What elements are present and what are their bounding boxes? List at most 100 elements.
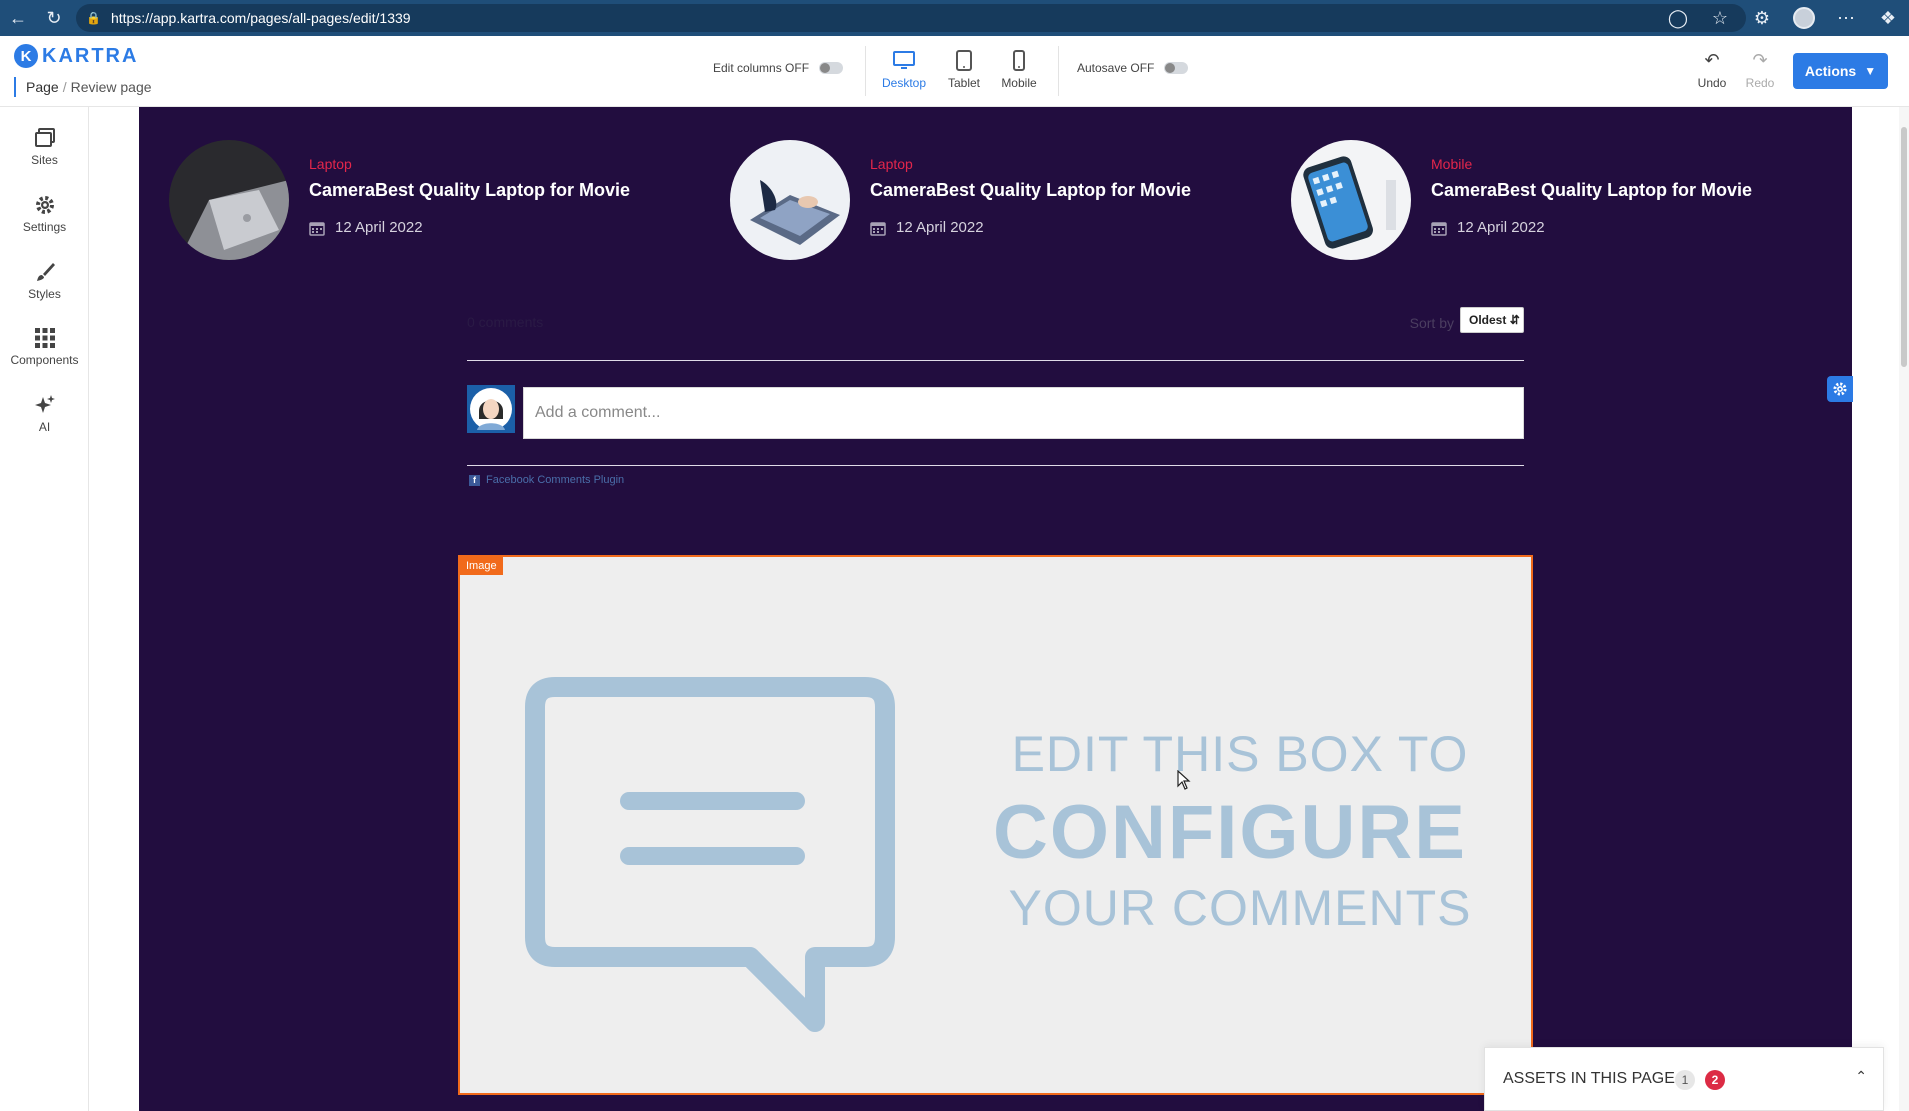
assets-alert-badge: 2 <box>1705 1070 1725 1090</box>
gear-icon <box>0 194 89 220</box>
edit-columns-switch[interactable] <box>819 62 844 74</box>
post-date: 12 April 2022 <box>309 219 423 236</box>
select-arrows-icon: ⇵ <box>1509 313 1520 327</box>
app-header: K KARTRA Page / Review page Edit columns O… <box>0 36 1909 107</box>
image-tag: Image <box>460 557 503 575</box>
redo-label: Redo <box>1745 76 1775 90</box>
device-desktop-label: Desktop <box>881 76 927 90</box>
actions-label: Actions <box>1804 63 1857 79</box>
edit-columns-toggle[interactable]: Edit columns OFF <box>713 61 844 75</box>
autosave-switch[interactable] <box>1164 62 1189 74</box>
post-card[interactable]: Laptop CameraBest Quality Laptop for Mov… <box>169 140 669 260</box>
image-component[interactable]: Image EDIT THIS BOX TO CONFIGURE YOUR CO… <box>458 555 1533 1095</box>
extensions-icon[interactable]: ⚙ <box>1741 0 1783 36</box>
autosave-label: Autosave OFF <box>1077 61 1155 75</box>
brush-icon <box>0 261 89 287</box>
comments-count: 0 comments <box>467 314 544 330</box>
sidebar-item-components[interactable]: Components <box>0 327 89 367</box>
left-sidebar: Sites Settings Styles Components AI <box>0 107 89 1111</box>
divider <box>865 46 866 96</box>
profile-icon[interactable] <box>1783 0 1825 36</box>
post-category[interactable]: Laptop <box>309 156 352 172</box>
calendar-icon <box>1431 221 1447 236</box>
reload-icon[interactable]: ↻ <box>36 0 72 36</box>
sidebar-item-label: Components <box>10 353 79 367</box>
mobile-icon <box>989 50 1049 76</box>
sidebar-item-label: Sites <box>31 153 58 167</box>
comments-divider <box>467 465 1524 466</box>
post-date-text: 12 April 2022 <box>1457 219 1545 236</box>
scrollbar-thumb[interactable] <box>1901 127 1907 367</box>
section-settings-button[interactable] <box>1827 376 1853 402</box>
undo-icon: ↶ <box>1704 50 1720 70</box>
device-desktop[interactable]: Desktop <box>874 50 934 90</box>
back-icon[interactable]: ← <box>0 0 36 36</box>
post-title[interactable]: CameraBest Quality Laptop for Movie <box>309 180 630 201</box>
post-category[interactable]: Laptop <box>870 156 913 172</box>
post-thumbnail[interactable] <box>1291 140 1411 260</box>
placeholder-line-3: YOUR COMMENTS <box>1008 880 1472 936</box>
page-scrollbar[interactable] <box>1899 107 1909 1111</box>
autosave-toggle[interactable]: Autosave OFF <box>1077 61 1189 75</box>
avatar <box>467 385 515 433</box>
comment-bubble-icon <box>525 677 895 1032</box>
actions-button[interactable]: Actions ▼ <box>1793 53 1888 89</box>
post-thumbnail[interactable] <box>169 140 289 260</box>
device-tablet[interactable]: Tablet <box>934 50 994 90</box>
post-title[interactable]: CameraBest Quality Laptop for Movie <box>1431 180 1752 201</box>
sidebar-item-label: Styles <box>28 287 61 301</box>
sidebar-item-settings[interactable]: Settings <box>0 194 89 234</box>
copilot-icon[interactable]: ❖ <box>1867 0 1909 36</box>
facebook-plugin-link[interactable]: f Facebook Comments Plugin <box>469 474 624 486</box>
more-icon[interactable]: ⋯ <box>1825 0 1867 36</box>
comments-divider <box>467 360 1524 361</box>
address-bar[interactable]: 🔒 https://app.kartra.com/pages/all-pages… <box>76 4 1746 32</box>
post-card[interactable]: Laptop CameraBest Quality Laptop for Mov… <box>730 140 1230 260</box>
sort-label: Sort by <box>1409 315 1454 331</box>
device-mobile-label: Mobile <box>1001 76 1037 90</box>
sidebar-item-label: AI <box>38 420 51 434</box>
device-mobile[interactable]: Mobile <box>989 50 1049 90</box>
logo-text: KARTRA <box>42 44 139 67</box>
browser-bar: ← ↻ 🔒 https://app.kartra.com/pages/all-p… <box>0 0 1909 36</box>
sort-select[interactable]: Oldest ⇵ <box>1460 307 1524 333</box>
url-text: https://app.kartra.com/pages/all-pages/e… <box>110 10 411 26</box>
device-tablet-label: Tablet <box>947 76 981 90</box>
sidebar-item-styles[interactable]: Styles <box>0 261 89 301</box>
placeholder-line-2: CONFIGURE <box>993 790 1467 875</box>
placeholder-line-1: EDIT THIS BOX TO <box>1011 726 1469 782</box>
post-thumbnail[interactable] <box>730 140 850 260</box>
kartra-logo[interactable]: K KARTRA <box>14 44 138 68</box>
chevron-up-icon[interactable]: ⌃ <box>1855 1068 1867 1085</box>
redo-button[interactable]: ↷ Redo <box>1738 50 1782 90</box>
post-card[interactable]: Mobile CameraBest Quality Laptop for Mov… <box>1291 140 1791 260</box>
post-date: 12 April 2022 <box>1431 219 1545 236</box>
lock-icon: 🔒 <box>86 11 101 25</box>
desktop-icon <box>874 50 934 76</box>
breadcrumb-current: Review page <box>70 79 152 95</box>
calendar-icon <box>309 221 325 236</box>
breadcrumb: Page / Review page <box>14 77 152 97</box>
post-category[interactable]: Mobile <box>1431 156 1472 172</box>
sidebar-item-label: Settings <box>22 220 67 234</box>
tablet-icon <box>934 50 994 76</box>
grid-icon <box>0 327 89 353</box>
divider <box>1058 46 1059 96</box>
post-date: 12 April 2022 <box>870 219 984 236</box>
breadcrumb-root[interactable]: Page <box>26 79 59 95</box>
star-icon[interactable]: ☆ <box>1699 0 1741 36</box>
mouse-cursor-icon <box>1177 770 1191 790</box>
reader-icon[interactable]: ◯ <box>1657 0 1699 36</box>
post-title[interactable]: CameraBest Quality Laptop for Movie <box>870 180 1191 201</box>
undo-label: Undo <box>1697 76 1727 90</box>
page-canvas: Laptop CameraBest Quality Laptop for Mov… <box>139 107 1852 1111</box>
comment-input[interactable]: Add a comment... <box>523 387 1524 439</box>
logo-mark: K <box>14 44 38 68</box>
sidebar-item-sites[interactable]: Sites <box>0 127 89 167</box>
sidebar-item-ai[interactable]: AI <box>0 394 89 434</box>
facebook-plugin-label: Facebook Comments Plugin <box>486 474 625 486</box>
assets-panel[interactable]: ASSETS IN THIS PAGE 1 2 ⌃ <box>1484 1047 1884 1111</box>
undo-button[interactable]: ↶ Undo <box>1690 50 1734 90</box>
calendar-icon <box>870 221 886 236</box>
sparkle-icon <box>0 394 89 420</box>
